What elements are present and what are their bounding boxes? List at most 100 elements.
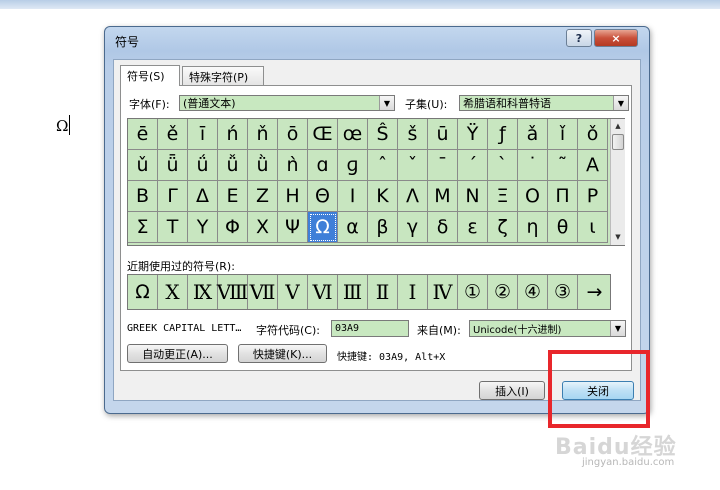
recent-symbol-cell[interactable]: Ⅹ (158, 275, 188, 309)
symbol-cell[interactable]: ˊ (458, 150, 488, 181)
recent-symbol-cell[interactable]: Ω (128, 275, 158, 309)
symbol-cell[interactable]: Π (548, 181, 578, 212)
symbol-cell[interactable]: δ (428, 212, 458, 243)
tab-symbols[interactable]: 符号(S) (120, 65, 180, 86)
symbol-cell[interactable]: ě (158, 119, 188, 150)
symbol-cell[interactable]: Σ (128, 212, 158, 243)
symbol-cell[interactable]: ǚ (218, 150, 248, 181)
symbol-cell[interactable]: ō (278, 119, 308, 150)
symbol-cell[interactable]: Κ (368, 181, 398, 212)
recent-symbol-cell[interactable]: ② (488, 275, 518, 309)
symbol-cell[interactable]: ˉ (428, 150, 458, 181)
symbol-cell[interactable]: ǎ (518, 119, 548, 150)
recent-symbol-cell[interactable]: Ⅱ (368, 275, 398, 309)
scroll-thumb[interactable] (612, 134, 624, 150)
chevron-down-icon[interactable]: ▼ (610, 321, 625, 336)
symbol-cell[interactable]: ī (188, 119, 218, 150)
symbol-cell[interactable]: ɑ (308, 150, 338, 181)
symbol-cell[interactable]: ū (428, 119, 458, 150)
symbol-cell[interactable]: Ŝ (368, 119, 398, 150)
chevron-down-icon[interactable]: ▼ (613, 96, 628, 110)
symbol-cell[interactable]: Ζ (248, 181, 278, 212)
recent-symbol-cell[interactable]: Ⅷ (217, 275, 248, 309)
symbol-cell[interactable]: ǘ (188, 150, 218, 181)
insert-button[interactable]: 插入(I) (479, 381, 545, 400)
recent-symbol-cell[interactable]: Ⅵ (308, 275, 338, 309)
symbol-cell[interactable]: Ψ (278, 212, 308, 243)
recent-symbol-cell[interactable]: ③ (548, 275, 578, 309)
symbol-cell[interactable]: ζ (488, 212, 518, 243)
symbol-cell[interactable]: Ε (218, 181, 248, 212)
symbol-cell[interactable]: Ω (308, 212, 338, 243)
recent-symbol-cell[interactable]: Ⅴ (278, 275, 308, 309)
symbol-cell[interactable]: ˜ (548, 150, 578, 181)
symbol-cell[interactable]: Λ (398, 181, 428, 212)
symbol-cell[interactable]: Œ (308, 119, 338, 150)
recent-symbol-cell[interactable]: → (578, 275, 611, 309)
autocorrect-button[interactable]: 自动更正(A)... (127, 344, 228, 363)
symbol-cell[interactable]: Φ (218, 212, 248, 243)
tab-special-characters[interactable]: 特殊字符(P) (182, 66, 264, 86)
symbol-grid-scrollbar[interactable]: ▲ ▼ (610, 119, 625, 245)
symbol-cell[interactable]: ǹ (278, 150, 308, 181)
recent-symbol-cell[interactable]: ④ (518, 275, 548, 309)
symbol-cell[interactable]: ń (218, 119, 248, 150)
shortcut-key-button[interactable]: 快捷键(K)... (238, 344, 327, 363)
recent-symbol-cell[interactable]: Ⅳ (428, 275, 458, 309)
text-cursor (69, 115, 70, 135)
symbol-cell[interactable]: Μ (428, 181, 458, 212)
symbol-cell[interactable]: Υ (188, 212, 218, 243)
symbol-cell[interactable]: Ρ (578, 181, 608, 212)
symbol-cell[interactable]: ˆ (368, 150, 398, 181)
symbol-cell[interactable]: ǖ (158, 150, 188, 181)
symbol-cell[interactable]: Τ (158, 212, 188, 243)
symbol-cell[interactable]: Ν (458, 181, 488, 212)
recent-symbol-cell[interactable]: Ⅰ (398, 275, 428, 309)
symbol-cell[interactable]: β (368, 212, 398, 243)
symbol-cell[interactable]: ǔ (128, 150, 158, 181)
symbol-cell[interactable]: ˋ (488, 150, 518, 181)
symbol-cell[interactable]: η (518, 212, 548, 243)
symbol-cell[interactable]: Α (578, 150, 608, 181)
symbol-cell[interactable]: Χ (248, 212, 278, 243)
recent-symbol-cell[interactable]: Ⅲ (338, 275, 368, 309)
chevron-down-icon[interactable]: ▼ (379, 96, 394, 110)
symbol-cell[interactable]: ɡ (338, 150, 368, 181)
symbol-cell[interactable]: ι (578, 212, 608, 243)
char-code-input[interactable]: 03A9 (331, 320, 409, 337)
recent-symbol-cell[interactable]: Ⅶ (248, 275, 278, 309)
symbol-cell[interactable]: ǒ (578, 119, 608, 150)
symbol-cell[interactable]: ǜ (248, 150, 278, 181)
symbol-cell[interactable]: Ι (338, 181, 368, 212)
font-select[interactable]: (普通文本) ▼ (179, 95, 395, 111)
symbol-cell[interactable]: ē (128, 119, 158, 150)
symbol-cell[interactable]: œ (338, 119, 368, 150)
close-window-button[interactable]: × (594, 29, 638, 47)
symbol-cell[interactable]: ˙ (518, 150, 548, 181)
recent-symbol-cell[interactable]: Ⅸ (188, 275, 218, 309)
symbol-cell[interactable]: Ÿ (458, 119, 488, 150)
scroll-up-icon[interactable]: ▲ (611, 119, 625, 133)
recent-symbol-cell[interactable]: ① (458, 275, 488, 309)
subset-select[interactable]: 希腊语和科普特语 ▼ (459, 95, 629, 111)
symbol-cell[interactable]: ε (458, 212, 488, 243)
symbol-cell[interactable]: ǐ (548, 119, 578, 150)
scroll-down-icon[interactable]: ▼ (611, 230, 625, 244)
symbol-cell[interactable]: ˇ (398, 150, 428, 181)
symbol-cell[interactable]: Δ (188, 181, 218, 212)
symbol-cell[interactable]: Β (128, 181, 158, 212)
from-label: 来自(M): (417, 324, 461, 337)
symbol-cell[interactable]: Ξ (488, 181, 518, 212)
symbol-cell[interactable]: Θ (308, 181, 338, 212)
symbol-cell[interactable]: θ (548, 212, 578, 243)
help-button[interactable]: ? (566, 29, 592, 47)
symbol-cell[interactable]: γ (398, 212, 428, 243)
from-select[interactable]: Unicode(十六进制) ▼ (469, 320, 626, 337)
symbol-cell[interactable]: ƒ (488, 119, 518, 150)
symbol-cell[interactable]: ň (248, 119, 278, 150)
symbol-cell[interactable]: α (338, 212, 368, 243)
symbol-cell[interactable]: Ο (518, 181, 548, 212)
symbol-cell[interactable]: š (398, 119, 428, 150)
symbol-cell[interactable]: Η (278, 181, 308, 212)
symbol-cell[interactable]: Γ (158, 181, 188, 212)
